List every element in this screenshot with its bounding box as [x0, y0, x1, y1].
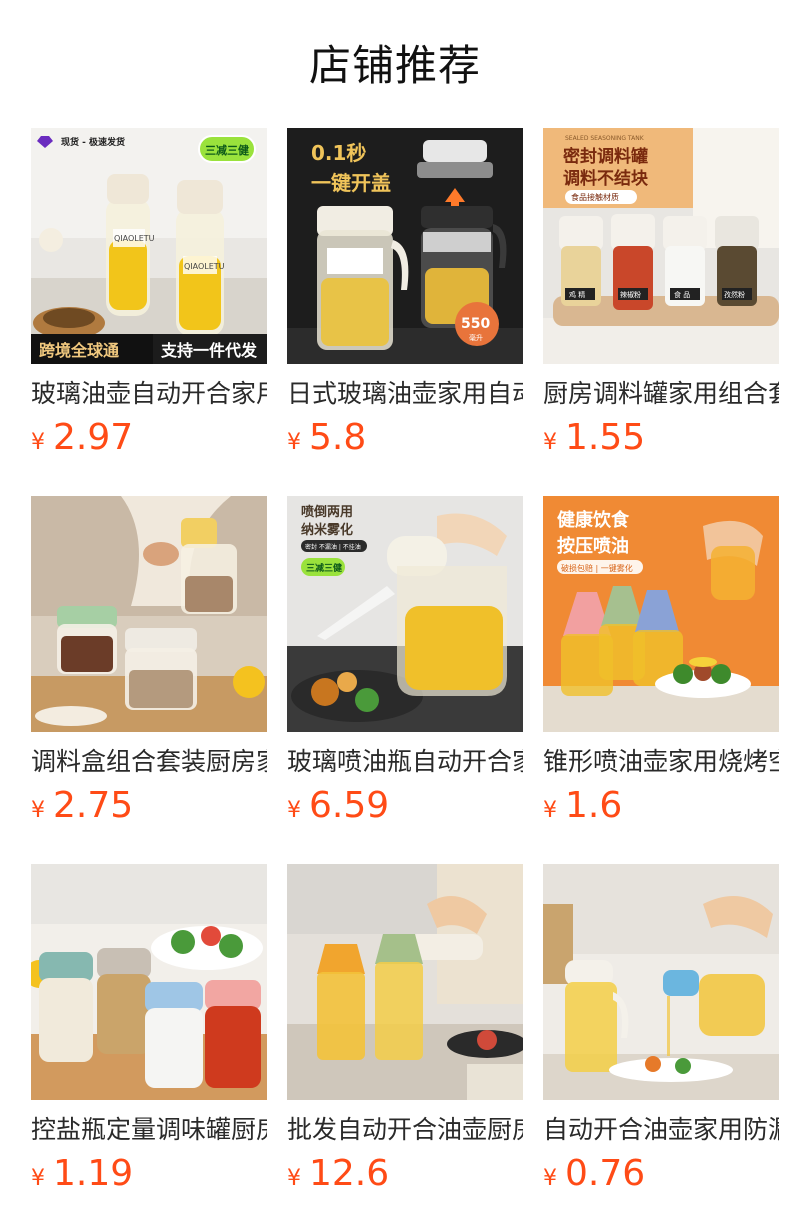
image-capacity-unit: 毫升	[469, 333, 483, 342]
product-card[interactable]: 控盐瓶定量调味罐厨房家用 ¥1.19	[31, 864, 267, 1204]
jar-label-2: 辣椒粉	[620, 290, 641, 299]
product-card[interactable]: 调料盒组合套装厨房家用 ¥2.75	[31, 496, 267, 836]
price-value: 2.75	[53, 785, 134, 826]
image-banner-left: 跨境全球通	[39, 341, 119, 360]
currency-symbol: ¥	[31, 798, 45, 823]
image-small-text: SEALED SEASONING TANK	[565, 135, 645, 142]
product-price: ¥1.55	[543, 416, 645, 460]
product-price: ¥2.97	[31, 416, 133, 460]
product-price: ¥2.75	[31, 784, 133, 828]
product-image[interactable]	[543, 864, 779, 1100]
image-top-text: 现货 - 极速发货	[61, 136, 125, 148]
image-badge: 三减三健	[306, 562, 342, 574]
product-image[interactable]: SEALED SEASONING TANK 密封调料罐 调料不结块 食品接触材质	[543, 128, 779, 364]
image-headline-2: 按压喷油	[557, 535, 629, 557]
image-tag: 破损包赔 | 一键雾化	[561, 563, 633, 573]
product-title[interactable]: 控盐瓶定量调味罐厨房家用	[31, 1114, 267, 1146]
product-title[interactable]: 玻璃油壶自动开合家用防漏厨房	[31, 378, 267, 410]
product-price: ¥1.6	[543, 784, 622, 828]
product-title[interactable]: 自动开合油壶家用防漏玻璃	[543, 1114, 779, 1146]
currency-symbol: ¥	[543, 798, 557, 823]
product-image[interactable]	[31, 496, 267, 732]
product-image[interactable]: QIAOLETU QIAOLETU 现货 - 极速发货 三减三健 跨境全球通 支…	[31, 128, 267, 364]
product-title[interactable]: 调料盒组合套装厨房家用	[31, 746, 267, 778]
product-card[interactable]: 自动开合油壶家用防漏玻璃 ¥0.76	[543, 864, 779, 1204]
image-banner-right: 支持一件代发	[160, 341, 258, 360]
price-value: 1.19	[53, 1153, 134, 1194]
price-value: 1.6	[565, 785, 623, 826]
product-card[interactable]: 喷倒两用 纳米雾化 密封 不漏油 | 不挂油 三减三健 玻璃喷油瓶自动开合家用 …	[287, 496, 523, 836]
price-value: 2.97	[53, 417, 134, 458]
product-price: ¥5.8	[287, 416, 366, 460]
currency-symbol: ¥	[287, 430, 301, 455]
product-price: ¥12.6	[287, 1152, 389, 1196]
product-card[interactable]: 批发自动开合油壶厨房家用 ¥12.6	[287, 864, 523, 1204]
product-title[interactable]: 厨房调料罐家用组合套装	[543, 378, 779, 410]
jar-label-1: 鸡 精	[569, 290, 585, 299]
image-headline-2: 一键开盖	[311, 171, 391, 195]
image-headline-1: 健康饮食	[557, 509, 630, 531]
image-tag: 密封 不漏油 | 不挂油	[305, 543, 361, 551]
image-headline-1: 密封调料罐	[563, 146, 648, 167]
jar-label-4: 孜然粉	[724, 290, 745, 299]
product-card[interactable]: 健康饮食 按压喷油 破损包赔 | 一键雾化 锥形喷油壶家用烧烤 ¥ 1.6	[543, 496, 779, 836]
product-image[interactable]	[31, 864, 267, 1100]
currency-symbol: ¥	[31, 430, 45, 455]
price-value: 12.6	[309, 1153, 390, 1194]
currency-symbol: ¥	[31, 1166, 45, 1191]
currency-symbol: ¥	[287, 798, 301, 823]
price-value: 0.76	[565, 1153, 646, 1194]
brand-label-1: QIAOLETU	[114, 234, 155, 243]
price-value: 1.55	[565, 417, 646, 458]
product-card[interactable]: 0.1秒 一键开盖 550 毫升 日式玻璃油壶家用自 ¥ 5.8	[287, 128, 523, 468]
currency-symbol: ¥	[543, 1166, 557, 1191]
image-headline-1: 喷倒两用	[301, 504, 353, 520]
jar-label-3: 食 品	[674, 290, 690, 299]
price-value: 5.8	[309, 417, 367, 458]
product-title[interactable]: 玻璃喷油瓶自动开合家用	[287, 746, 523, 778]
shop-recommend-page: 店铺推荐 QIAOLETU QIAOLETU 现货 - 极速发货 三减三健 跨境…	[0, 0, 790, 1232]
product-image[interactable]: 健康饮食 按压喷油 破损包赔 | 一键雾化	[543, 496, 779, 732]
product-image[interactable]: 0.1秒 一键开盖 550 毫升	[287, 128, 523, 364]
image-capacity: 550	[461, 316, 490, 332]
currency-symbol: ¥	[543, 430, 557, 455]
product-title[interactable]: 批发自动开合油壶厨房家用	[287, 1114, 523, 1146]
product-image[interactable]	[287, 864, 523, 1100]
image-badge: 三减三健	[205, 143, 250, 157]
product-title[interactable]: 锥形喷油壶家用烧烤空气炸锅	[543, 746, 779, 778]
product-price: ¥0.76	[543, 1152, 645, 1196]
image-headline-2: 调料不结块	[563, 168, 649, 189]
image-headline-1: 0.1秒	[311, 141, 366, 165]
product-card[interactable]: QIAOLETU QIAOLETU 现货 - 极速发货 三减三健 跨境全球通 支…	[31, 128, 267, 468]
product-price: ¥6.59	[287, 784, 389, 828]
image-headline-2: 纳米雾化	[301, 522, 353, 538]
product-title[interactable]: 日式玻璃油壶家用自动开合防漏	[287, 378, 523, 410]
image-tag: 食品接触材质	[571, 192, 619, 202]
product-card[interactable]: SEALED SEASONING TANK 密封调料罐 调料不结块 食品接触材质	[543, 128, 779, 468]
product-image[interactable]: 喷倒两用 纳米雾化 密封 不漏油 | 不挂油 三减三健	[287, 496, 523, 732]
section-title: 店铺推荐	[308, 41, 481, 90]
price-value: 6.59	[309, 785, 390, 826]
brand-label-2: QIAOLETU	[184, 262, 225, 271]
currency-symbol: ¥	[287, 1166, 301, 1191]
product-price: ¥1.19	[31, 1152, 133, 1196]
